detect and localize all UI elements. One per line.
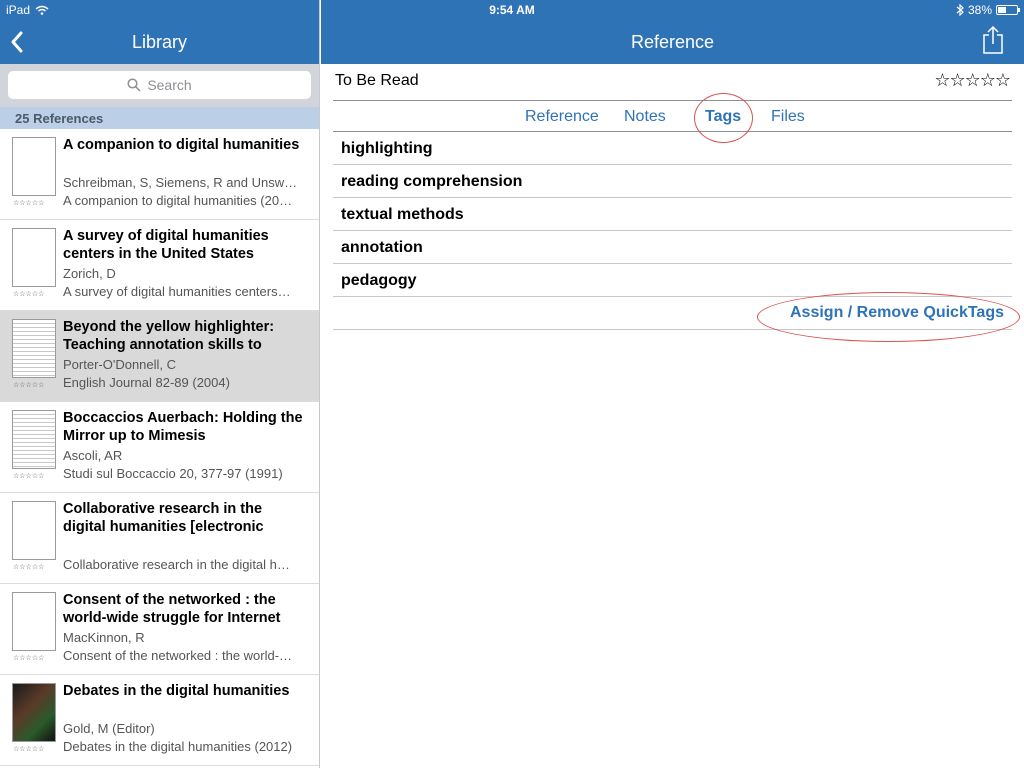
star-rating[interactable]: ☆☆☆☆☆ — [934, 70, 1011, 91]
list-item[interactable]: ☆☆☆☆☆ Boccaccios Auerbach: Holding the M… — [0, 402, 319, 493]
thumbnail — [12, 137, 56, 196]
list-item[interactable]: ☆☆☆☆☆ A survey of digital humanities cen… — [0, 220, 319, 311]
tag-item[interactable]: pedagogy — [333, 264, 1012, 297]
battery-icon — [996, 5, 1020, 15]
read-status-row[interactable]: To Be Read ☆☆☆☆☆ — [333, 64, 1012, 101]
item-source: Consent of the networked : the world-… — [63, 648, 293, 663]
item-rating: ☆☆☆☆☆ — [13, 564, 45, 571]
reference-title: Reference — [630, 32, 715, 52]
item-source: Debates in the digital humanities (2012) — [63, 739, 293, 754]
bluetooth-icon — [956, 4, 964, 16]
item-title: Debates in the digital humanities — [63, 683, 290, 699]
item-source: Studi sul Boccaccio 20, 377-97 (1991) — [63, 466, 283, 481]
thumbnail — [12, 501, 56, 560]
tab-notes[interactable]: Notes — [624, 108, 666, 126]
item-source: English Journal 82-89 (2004) — [63, 375, 230, 390]
thumbnail — [12, 592, 56, 651]
document-thumbnail — [12, 319, 56, 378]
list-item[interactable]: ☆☆☆☆☆ Debates in the digital humanities … — [0, 675, 319, 766]
tab-files[interactable]: Files — [771, 108, 805, 126]
references-count: 25 References — [0, 107, 319, 129]
list-item[interactable]: ☆☆☆☆☆ Consent of the networked : the wor… — [0, 584, 319, 675]
item-title: Collaborative research in the digital hu… — [63, 501, 264, 535]
item-rating: ☆☆☆☆☆ — [13, 655, 45, 662]
share-icon[interactable] — [982, 26, 1004, 54]
library-pane: Library Search 25 References ☆☆☆☆☆ A com… — [0, 0, 320, 768]
item-source: A companion to digital humanities (20… — [63, 193, 293, 208]
search-placeholder: Search — [147, 77, 192, 93]
segmented-tabs: Reference Notes Tags Files — [333, 93, 1012, 143]
item-title: Consent of the networked : the world-wid… — [63, 592, 281, 626]
item-title: Boccaccios Auerbach: Holding the Mirror … — [63, 410, 303, 444]
item-rating: ☆☆☆☆☆ — [13, 382, 45, 389]
search-icon — [127, 78, 141, 92]
thumbnail — [12, 228, 56, 287]
library-title: Library — [131, 32, 188, 52]
tab-reference[interactable]: Reference — [525, 108, 599, 126]
item-author: Gold, M (Editor) — [63, 721, 155, 736]
reference-pane: Reference To Be Read ☆☆☆☆☆ Reference Not… — [321, 0, 1024, 768]
item-rating: ☆☆☆☆☆ — [13, 473, 45, 480]
item-rating: ☆☆☆☆☆ — [13, 291, 45, 298]
status-bar: iPad 9:54 AM 38% — [0, 0, 1024, 20]
item-title: A companion to digital humanities — [63, 137, 300, 153]
item-author: Porter-O'Donnell, C — [63, 357, 177, 372]
tag-item[interactable]: highlighting — [333, 132, 1012, 165]
item-title: A survey of digital humanities centers i… — [63, 228, 269, 262]
document-thumbnail — [12, 410, 56, 469]
read-status: To Be Read — [335, 72, 419, 89]
item-source: A survey of digital humanities centers… — [63, 284, 291, 299]
list-item[interactable]: ☆☆☆☆☆ Collaborative research in the digi… — [0, 493, 319, 584]
tab-tags[interactable]: Tags — [705, 108, 741, 126]
book-cover-thumbnail — [12, 683, 56, 742]
tag-item[interactable]: annotation — [333, 231, 1012, 264]
item-author: Zorich, D — [63, 266, 116, 281]
tag-item[interactable]: textual methods — [333, 198, 1012, 231]
item-rating: ☆☆☆☆☆ — [13, 746, 45, 753]
search-bar: Search — [0, 64, 319, 107]
item-title: Beyond the yellow highlighter: Teaching … — [63, 319, 275, 353]
tag-item[interactable]: reading comprehension — [333, 165, 1012, 198]
battery-percent: 38% — [967, 3, 992, 17]
item-source: Collaborative research in the digital h… — [63, 557, 290, 572]
clock: 9:54 AM — [489, 3, 535, 17]
quicktags-row: Assign / Remove QuickTags — [333, 292, 1020, 342]
search-input[interactable]: Search — [8, 71, 311, 99]
item-author: Ascoli, AR — [63, 448, 123, 463]
list-item[interactable]: ☆☆☆☆☆ A companion to digital humanities … — [0, 129, 319, 220]
item-author: Schreibman, S, Siemens, R and Unsw… — [63, 175, 298, 190]
item-rating: ☆☆☆☆☆ — [13, 200, 45, 207]
list-item-selected[interactable]: ☆☆☆☆☆ Beyond the yellow highlighter: Tea… — [0, 311, 319, 402]
assign-quicktags-button[interactable]: Assign / Remove QuickTags — [790, 304, 1004, 322]
item-author: MacKinnon, R — [63, 630, 145, 645]
